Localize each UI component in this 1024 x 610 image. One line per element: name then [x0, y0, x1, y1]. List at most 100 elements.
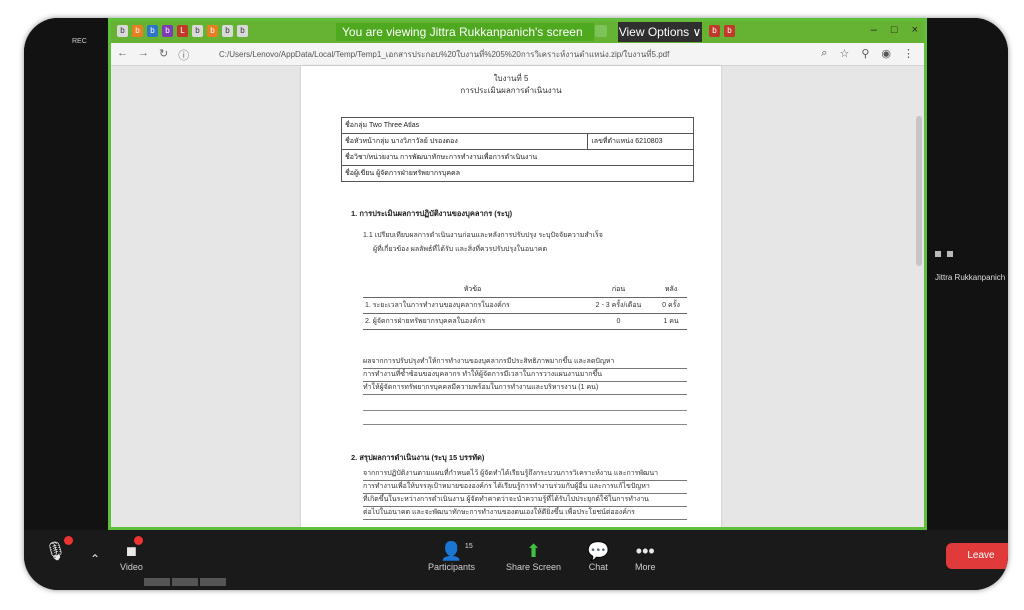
conclusion-line: จากการปฏิบัติงานตามแผนที่กำหนดไว้ ผู้จัด…	[363, 468, 687, 481]
info-leader: ชื่อหัวหน้ากลุ่ม นางวิภาวัลย์ ปรองดอง	[340, 133, 589, 150]
video-mini-icon[interactable]	[947, 251, 953, 257]
audio-options-button[interactable]: ⌃	[90, 548, 100, 570]
thumbnail[interactable]	[172, 578, 198, 586]
tab-favicon[interactable]: b	[162, 25, 173, 37]
window-controls: – □ ×	[871, 24, 918, 36]
tab-favicon[interactable]: b	[237, 25, 248, 37]
info-table: ชื่อกลุ่ม Two Three Atlas ชื่อหัวหน้ากลุ…	[340, 117, 694, 182]
chat-button[interactable]: 💬 Chat	[587, 540, 609, 572]
summary-line: ทำให้ผู้จัดการทรัพยากรบุคคลมีความพร้อมใน…	[363, 382, 687, 395]
share-screen-icon: ⬆	[525, 541, 542, 561]
video-button[interactable]: ■ Video	[120, 536, 143, 572]
tab-favicon[interactable]: b	[117, 25, 128, 37]
summary-line: การทำงานที่ซ้ำซ้อนของบุคลากร ทำให้ผู้จัด…	[363, 369, 687, 382]
alert-badge	[63, 536, 73, 545]
scrollbar[interactable]	[916, 116, 922, 266]
star-icon[interactable]: ☆	[839, 47, 849, 60]
conclusion-line: ต่อไปในอนาคต และจะพัฒนาทักษะการทำงานของต…	[363, 507, 687, 520]
table-cell: 1. ระยะเวลาในการทำงานของบุคลากรในองค์กร	[363, 297, 582, 314]
tab-favicon[interactable]: b	[132, 25, 143, 37]
tab-favicon[interactable]: L	[177, 25, 188, 37]
browser-tab-bar: b b b b L b b b b You are viewing Jittra…	[111, 21, 924, 43]
more-button[interactable]: ••• More	[635, 540, 656, 572]
table-header: หัวข้อ	[363, 282, 582, 298]
page-subtitle: การประเมินผลการดำเนินงาน	[460, 86, 562, 95]
banner-status-icon	[595, 25, 607, 37]
view-options-button[interactable]: View Options ∨	[618, 22, 702, 42]
share-screen-label: Share Screen	[506, 562, 562, 572]
summary-block: ผลจากการปรับปรุงทำให้การทำงานของบุคลากรม…	[363, 356, 687, 395]
result-table: หัวข้อ ก่อน หลัง 1. ระยะเวลาในการทำงานขอ…	[363, 282, 687, 330]
meeting-controls: 🎙 ⌃ ■ Video 👤 15 Participants ⬆ Share Scr…	[24, 530, 1008, 590]
recording-indicator: REC	[72, 38, 87, 45]
info-id: เลขที่ตำแหน่ง 6210803	[587, 133, 694, 150]
thumbnail[interactable]	[144, 578, 170, 586]
video-camera-icon: ■	[126, 536, 143, 562]
conclusion-block: จากการปฏิบัติงานตามแผนที่กำหนดไว้ ผู้จัด…	[363, 468, 687, 520]
participants-count: 15	[464, 543, 473, 550]
chevron-up-icon: ⌃	[90, 552, 101, 566]
table-header: ก่อน	[581, 282, 656, 298]
tab-favicon[interactable]: b	[207, 25, 218, 37]
browser-tabs: b b b b L b b b b	[117, 25, 248, 37]
microphone-icon: 🎙	[44, 536, 73, 562]
participants-icon: 👤 15	[440, 540, 472, 562]
reload-icon[interactable]: ↻	[159, 47, 168, 63]
participants-button[interactable]: 👤 15 Participants	[428, 540, 475, 572]
tab-favicon[interactable]: b	[709, 25, 720, 37]
maximize-icon[interactable]: □	[891, 24, 898, 36]
paragraph-line: ผู้ที่เกี่ยวข้อง ผลลัพธ์ที่ได้รับ และสิ่…	[373, 246, 547, 253]
pdf-page: ใบงานที่ 5 การประเมินผลการดำเนินงาน ชื่อ…	[301, 66, 721, 527]
menu-icon[interactable]: ⋮	[903, 47, 914, 60]
address-actions: ⌕ ☆ ⚲ ◉ ⋮	[821, 47, 914, 60]
summary-line: ผลจากการปรับปรุงทำให้การทำงานของบุคลากรม…	[363, 356, 687, 369]
minimize-icon[interactable]: –	[871, 24, 877, 36]
blank-line	[363, 410, 687, 411]
video-label: Video	[120, 562, 143, 572]
chat-label: Chat	[588, 562, 608, 572]
table-cell: 2 - 3 ครั้ง/เดือน	[581, 297, 656, 314]
chat-icon: 💬	[587, 541, 610, 561]
paragraph-line: 1.1 เปรียบเทียบผลการดำเนินงานก่อนและหลัง…	[363, 232, 603, 239]
forward-arrow-icon[interactable]: →	[138, 47, 149, 63]
more-icon: •••	[635, 541, 655, 561]
participant-controls	[935, 251, 953, 257]
thumbnail[interactable]	[200, 578, 226, 586]
table-row: 1. ระยะเวลาในการทำงานของบุคลากรในองค์กร …	[363, 297, 687, 314]
section-heading: 1. การประเมินผลการปฏิบัติงานของบุคลากร (…	[351, 209, 513, 218]
left-panel: REC	[24, 18, 108, 530]
shared-screen: b b b b L b b b b You are viewing Jittra…	[108, 18, 927, 530]
table-cell: 0 ครั้ง	[655, 297, 687, 314]
conclusion-line: การทำงานเพื่อให้บรรลุเป้าหมายขององค์กร ไ…	[363, 481, 687, 494]
table-cell: 0	[581, 313, 656, 330]
url-field[interactable]: C:/Users/Lenovo/AppData/Local/Temp/Temp1…	[219, 48, 669, 61]
browser-tabs-right: b b	[709, 25, 735, 37]
tab-favicon[interactable]: b	[147, 25, 158, 37]
info-author: ชื่อผู้เขียน ผู้จัดการฝ่ายทรัพยากรบุคคล	[341, 165, 694, 182]
zoom-icon[interactable]: ⌕	[821, 47, 827, 60]
mute-button[interactable]: 🎙	[44, 536, 73, 562]
leave-button[interactable]: Leave	[946, 543, 1008, 569]
back-arrow-icon[interactable]: ←	[117, 47, 128, 63]
tab-favicon[interactable]: b	[222, 25, 233, 37]
info-subject: ชื่อวิชา/หน่วยงาน การพัฒนาทักษะการทำงานเ…	[341, 149, 694, 166]
alert-badge	[133, 536, 143, 545]
zoom-window: REC b b b b L b b b b You are viewing Ji…	[24, 18, 1008, 590]
tab-favicon[interactable]: b	[724, 25, 735, 37]
pdf-viewer[interactable]: ใบงานที่ 5 การประเมินผลการดำเนินงาน ชื่อ…	[111, 66, 924, 527]
table-cell: 2. ผู้จัดการฝ่ายทรัพยากรบุคคลในองค์กร	[363, 313, 582, 330]
mic-mini-icon[interactable]	[935, 251, 941, 257]
section-heading: 2. สรุปผลการดำเนินงาน (ระบุ 15 บรรทัด)	[351, 453, 485, 462]
close-icon[interactable]: ×	[912, 24, 918, 36]
table-cell: 1 คน	[655, 313, 687, 330]
navigation-buttons: ← → ↻ ⓘ	[117, 47, 189, 63]
share-screen-button[interactable]: ⬆ Share Screen	[506, 540, 561, 572]
blank-line	[363, 424, 687, 425]
search-icon[interactable]: ⚲	[861, 47, 869, 60]
more-label: More	[635, 562, 656, 572]
profile-icon[interactable]: ◉	[881, 47, 891, 60]
conclusion-line: ที่เกิดขึ้นในระหว่างการดำเนินงาน ผู้จัดท…	[363, 494, 687, 507]
tab-favicon[interactable]: b	[192, 25, 203, 37]
info-icon[interactable]: ⓘ	[178, 47, 189, 63]
table-row: 2. ผู้จัดการฝ่ายทรัพยากรบุคคลในองค์กร 0 …	[363, 313, 687, 330]
